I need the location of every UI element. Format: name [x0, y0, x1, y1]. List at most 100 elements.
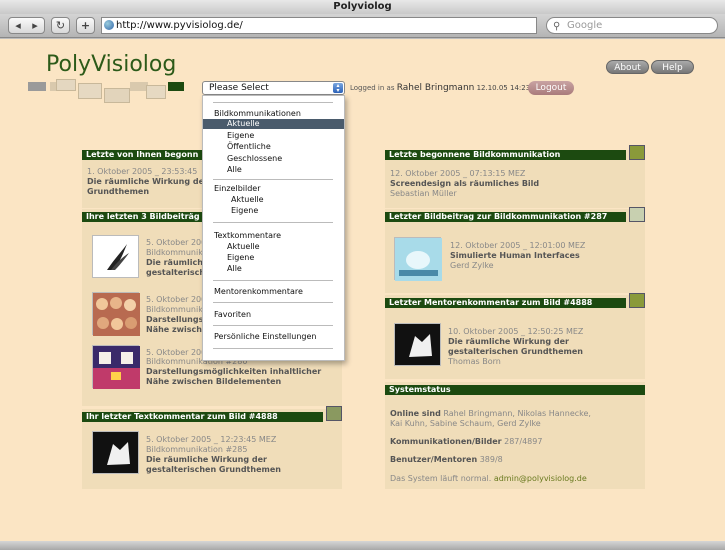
about-button[interactable]: About: [606, 60, 649, 74]
comm-line: Kommunikationen/Bilder 287/4897: [390, 437, 542, 447]
menu-item-textkommentare[interactable]: Textkommentare: [214, 230, 281, 241]
menu-item-oeffentliche[interactable]: Öffentliche: [227, 141, 271, 152]
system-text: Das System läuft normal.: [390, 474, 492, 483]
colorful-image-icon: [93, 346, 140, 389]
web-page: PolyVisiolog About Help Please Select ▴ ▾…: [0, 39, 725, 541]
tc-link-2[interactable]: gestalterischen Grundthemen: [146, 465, 281, 475]
mentor-author: Thomas Born: [448, 357, 501, 366]
interface-image-icon: [395, 238, 442, 281]
forward-arrow-icon[interactable]: ▸: [27, 18, 44, 33]
logo-decoration: [28, 79, 186, 103]
mentor-date: 10. Oktober 2005 _ 12:50:25 MEZ: [448, 327, 584, 336]
mentor-header: Letzter Mentorenkommentar zum Bild #4888: [385, 298, 626, 308]
comm-value: 287/4897: [504, 437, 543, 446]
contrib-link[interactable]: Darstellungs: [146, 315, 203, 325]
contrib-link-2[interactable]: Nähe zwisch: [146, 325, 202, 335]
textcomment-header: Ihr letzter Textkommentar zum Bild #4888: [82, 412, 323, 422]
search-placeholder: Google: [567, 20, 603, 31]
system-line: Das System läuft normal. admin@polyvisio…: [390, 474, 587, 484]
menu-item-einzel-aktuelle[interactable]: Aktuelle: [231, 194, 264, 205]
admin-email-link[interactable]: admin@polyvisiolog.de: [494, 474, 587, 483]
white-shape-image-icon: [107, 442, 130, 465]
tc-date: 5. Oktober 2005 _ 12:23:45 MEZ: [146, 435, 277, 444]
menu-separator: [213, 348, 333, 349]
select-value: Please Select: [209, 83, 269, 93]
menu-separator: [213, 179, 333, 180]
begun-header: Letzte begonnene Bildkommunikation: [385, 150, 626, 160]
menu-separator: [213, 222, 333, 223]
search-field[interactable]: ⚲ Google: [546, 17, 718, 34]
browser-statusbar: [0, 541, 725, 550]
reload-button[interactable]: ↻: [51, 17, 70, 34]
contrib-link-2[interactable]: gestalterisch: [146, 268, 205, 278]
mentor-link[interactable]: Die räumliche Wirkung der: [448, 337, 569, 347]
recent-link[interactable]: Die räumliche Wirkung de: [87, 177, 204, 187]
feather-image-icon: [107, 244, 129, 270]
plus-icon: +: [80, 19, 91, 32]
search-icon: ⚲: [553, 21, 561, 32]
back-forward-buttons[interactable]: ◂ ▸: [8, 17, 45, 34]
mentor-link-2[interactable]: gestalterischen Grundthemen: [448, 347, 583, 357]
person-icon[interactable]: [326, 406, 342, 421]
contrib-right-author: Gerd Zylke: [450, 261, 494, 270]
contrib-sub: Bildkommunik: [146, 248, 203, 257]
menu-item-text-aktuelle[interactable]: Aktuelle: [227, 241, 260, 252]
picture-icon[interactable]: [629, 207, 645, 222]
logout-button[interactable]: Logout: [528, 81, 574, 95]
status-panel: [385, 382, 645, 489]
white-shape-image-icon: [409, 334, 432, 357]
contrib-link-2[interactable]: Nähe zwischen Bildelementen: [146, 377, 281, 387]
url-text: http://www.pyvisiolog.de/: [116, 20, 243, 31]
back-arrow-icon[interactable]: ◂: [10, 18, 27, 33]
contrib-sub: Bildkommunik: [146, 305, 203, 314]
thumbnail-image[interactable]: [92, 292, 140, 336]
browser-toolbar: ◂ ▸ ↻ + http://www.pyvisiolog.de/ ⚲ Googl…: [0, 14, 725, 38]
begun-link[interactable]: Screendesign als räumliches Bild: [390, 179, 539, 189]
begun-author: Sebastian Müller: [390, 189, 457, 198]
thumbnail-image[interactable]: [92, 431, 139, 474]
contrib-link[interactable]: Darstellungsmöglichkeiten inhaltlicher: [146, 367, 321, 377]
status-header: Systemstatus: [385, 385, 645, 395]
online-users: Rahel Bringmann, Nikolas Hannecke,: [443, 409, 591, 418]
thumbnail-image[interactable]: [394, 323, 441, 366]
grid-icon[interactable]: [629, 145, 645, 160]
login-status: Logged in as Rahel Bringmann 12.10.05 14…: [350, 83, 541, 93]
menu-item-persoenliche-einstellungen[interactable]: Persönliche Einstellungen: [214, 331, 317, 342]
users-label: Benutzer/Mentoren: [390, 455, 478, 464]
faces-image-icon: [93, 293, 140, 336]
comment-icon[interactable]: [629, 293, 645, 308]
contrib-right-link[interactable]: Simulierte Human Interfaces: [450, 251, 580, 261]
thumbnail-image[interactable]: [394, 237, 442, 281]
site-logo[interactable]: PolyVisiolog: [46, 52, 176, 77]
navigation-select[interactable]: Please Select ▴ ▾: [202, 81, 345, 95]
users-value: 389/8: [479, 455, 503, 464]
menu-item-einzel-eigene[interactable]: Eigene: [231, 205, 258, 216]
menu-item-text-alle[interactable]: Alle: [227, 263, 242, 274]
thumbnail-image[interactable]: [92, 345, 140, 389]
menu-item-mentorenkommentare[interactable]: Mentorenkommentare: [214, 286, 303, 297]
online-users-2: Kai Kuhn, Sabine Schaum, Gerd Zylke: [390, 419, 541, 428]
menu-item-aktuelle[interactable]: Aktuelle: [227, 118, 260, 129]
menu-item-favoriten[interactable]: Favoriten: [214, 309, 251, 320]
online-label: Online sind: [390, 409, 441, 418]
reload-icon: ↻: [55, 19, 66, 32]
menu-item-alle[interactable]: Alle: [227, 164, 242, 175]
help-button[interactable]: Help: [651, 60, 694, 74]
contrib-link[interactable]: Die räumlich: [146, 258, 203, 268]
menu-separator: [213, 325, 333, 326]
menu-item-eigene[interactable]: Eigene: [227, 130, 254, 141]
menu-item-text-eigene[interactable]: Eigene: [227, 252, 254, 263]
url-field[interactable]: http://www.pyvisiolog.de/: [101, 17, 537, 34]
contrib-right-date: 12. Oktober 2005 _ 12:01:00 MEZ: [450, 241, 586, 250]
window-title: Polyviolog: [0, 0, 725, 14]
recent-link-2[interactable]: Grundthemen: [87, 187, 149, 197]
menu-item-einzelbilder[interactable]: Einzelbilder: [214, 183, 261, 194]
menu-item-geschlossene[interactable]: Geschlossene: [227, 153, 282, 164]
add-bookmark-button[interactable]: +: [76, 17, 95, 34]
updown-arrow-icon: ▴ ▾: [333, 83, 343, 94]
recent-date: 1. Oktober 2005 _ 23:53:45: [87, 167, 198, 176]
tc-link[interactable]: Die räumliche Wirkung der: [146, 455, 267, 465]
user-name: Rahel Bringmann: [396, 83, 475, 93]
thumbnail-image[interactable]: [92, 235, 139, 278]
menu-highlight: [203, 119, 344, 129]
